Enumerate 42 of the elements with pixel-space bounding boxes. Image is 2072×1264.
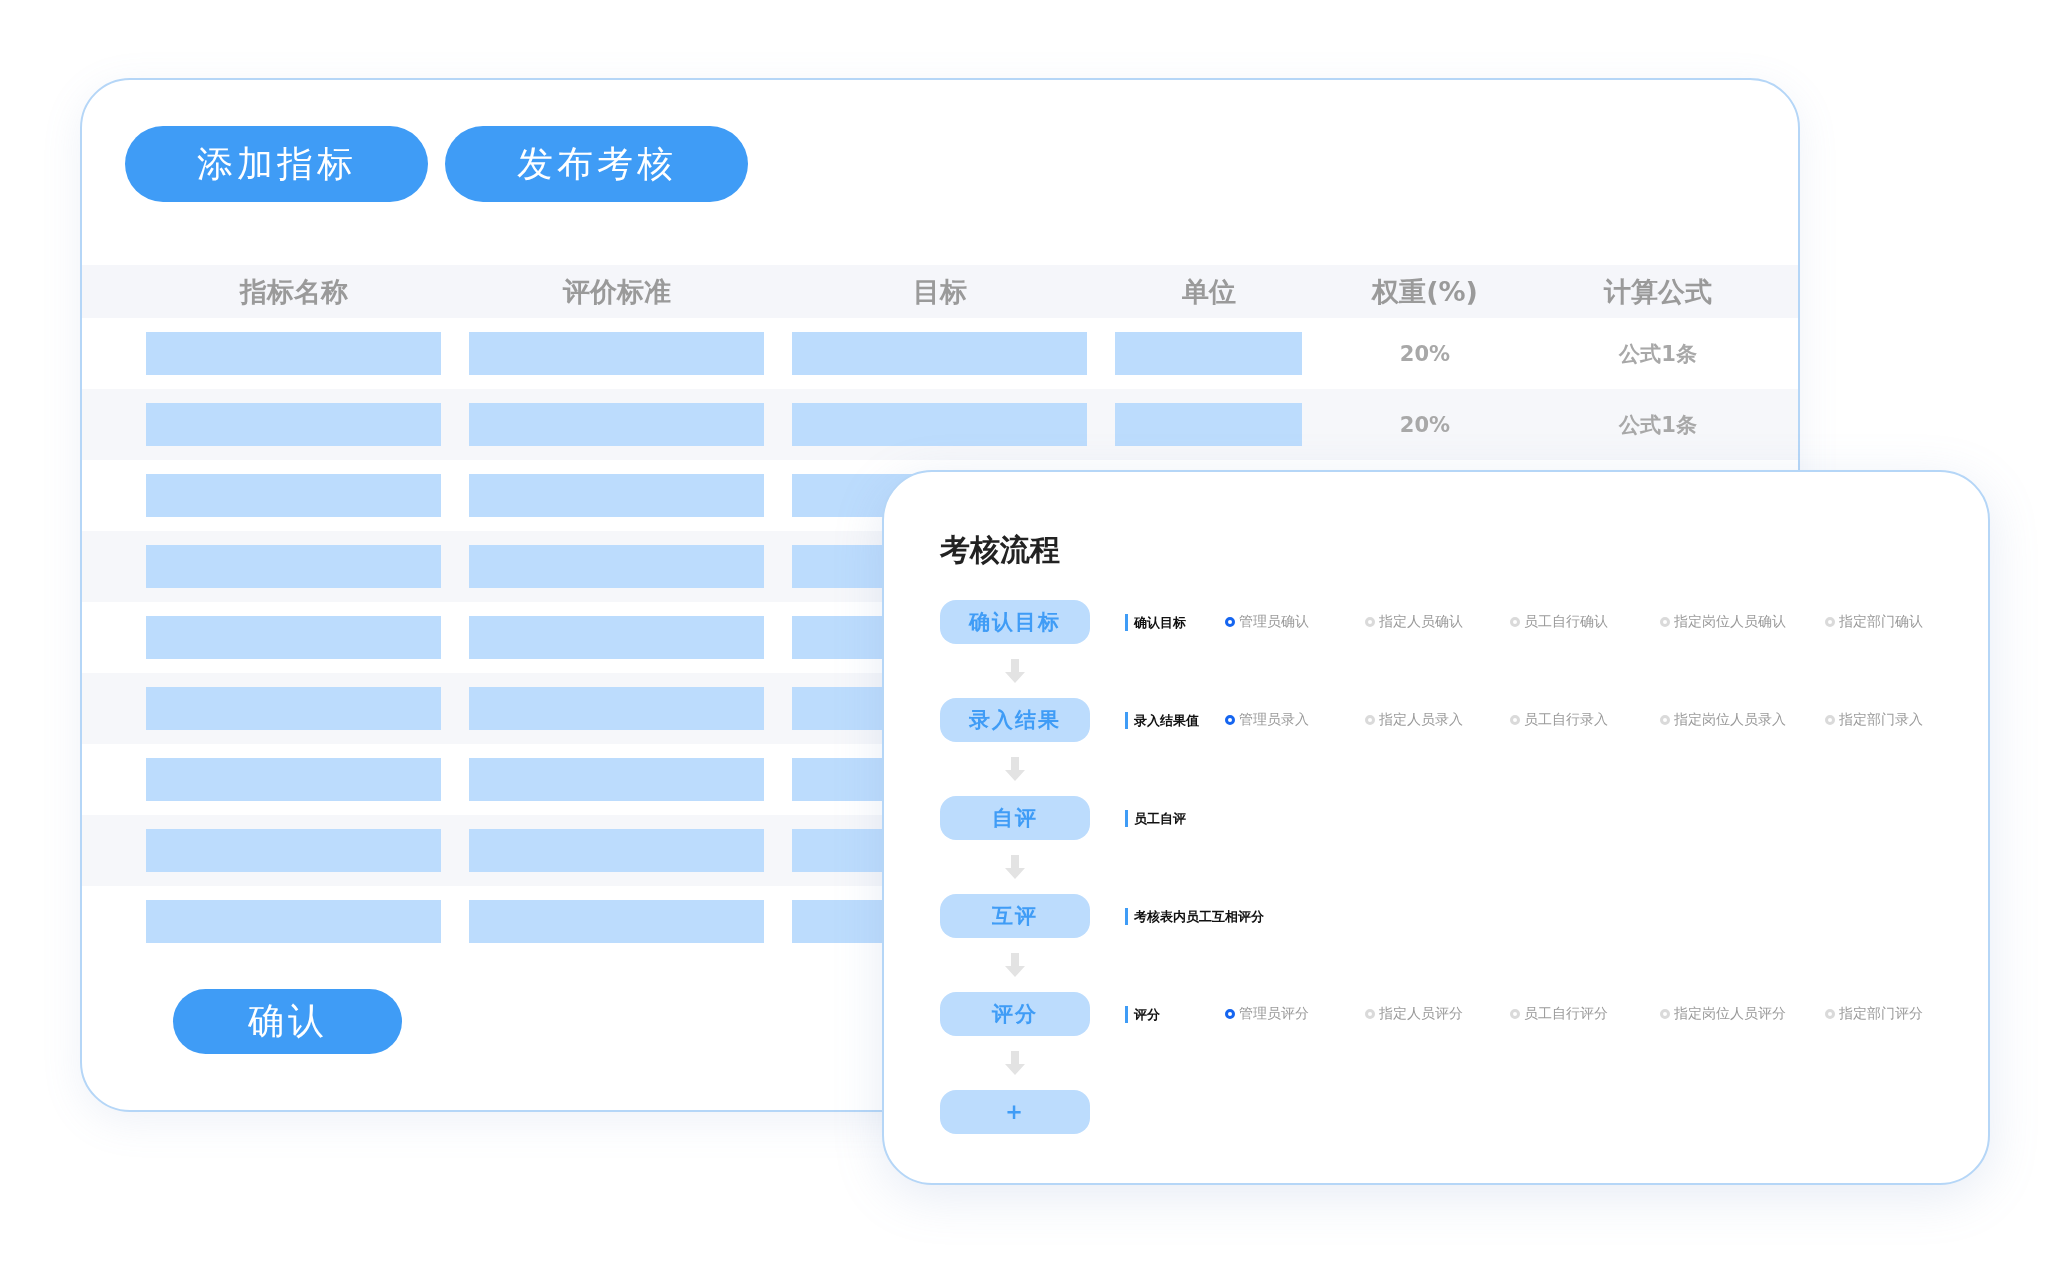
weight-cell: 20% [1399,341,1451,366]
step-button[interactable]: 自评 [940,796,1090,840]
formula-cell-text: 公式1条 [1619,340,1697,368]
radio-option[interactable]: 管理员录入 [1225,711,1365,729]
radio-option[interactable]: 指定部门确认 [1825,613,1975,631]
action-button[interactable]: 发布考核 [445,126,748,202]
column-header: 目标 [911,274,968,309]
radio-option[interactable]: 指定岗位人员确认 [1660,613,1825,631]
down-arrow-icon [1005,757,1025,781]
radio-option[interactable]: 指定人员评分 [1365,1005,1510,1023]
column-header: 评价标准 [561,274,672,309]
down-arrow-icon [1005,855,1025,879]
radio-option[interactable]: 员工自行录入 [1510,711,1660,729]
step-button[interactable]: 互评 [940,894,1090,938]
step-button[interactable]: 录入结果 [940,698,1090,742]
radio-option[interactable]: 指定部门录入 [1825,711,1975,729]
radio-option[interactable]: 指定人员录入 [1365,711,1510,729]
formula-cell-text: 公式1条 [1619,411,1697,439]
step-button[interactable]: 评分 [940,992,1090,1036]
step-description: 考核表内员工互相评分 [1125,907,1264,925]
radio-option[interactable]: 指定岗位人员评分 [1660,1005,1825,1023]
step-button[interactable]: 确认目标 [940,600,1090,644]
radio-option[interactable]: 指定岗位人员录入 [1660,711,1825,729]
weight-cell: 20% [1399,412,1451,437]
column-header: 指标名称 [238,274,349,309]
down-arrow-icon [1005,953,1025,977]
add-step-button[interactable]: + [940,1090,1090,1134]
radio-option[interactable]: 指定部门评分 [1825,1005,1975,1023]
down-arrow-icon [1005,1051,1025,1075]
radio-option[interactable]: 指定人员确认 [1365,613,1510,631]
flow-title: 考核流程 [940,532,1061,568]
column-header: 权重(%) [1370,274,1479,309]
column-header: 单位 [1180,274,1237,309]
radio-option[interactable]: 员工自行确认 [1510,613,1660,631]
radio-option[interactable]: 员工自行评分 [1510,1005,1660,1023]
radio-option[interactable]: 管理员确认 [1225,613,1365,631]
column-header: 计算公式 [1602,274,1713,309]
action-button[interactable]: 添加指标 [125,126,428,202]
confirm-button[interactable]: 确认 [173,989,402,1054]
step-description: 员工自评 [1125,809,1225,827]
down-arrow-icon [1005,659,1025,683]
radio-option[interactable]: 管理员评分 [1225,1005,1365,1023]
